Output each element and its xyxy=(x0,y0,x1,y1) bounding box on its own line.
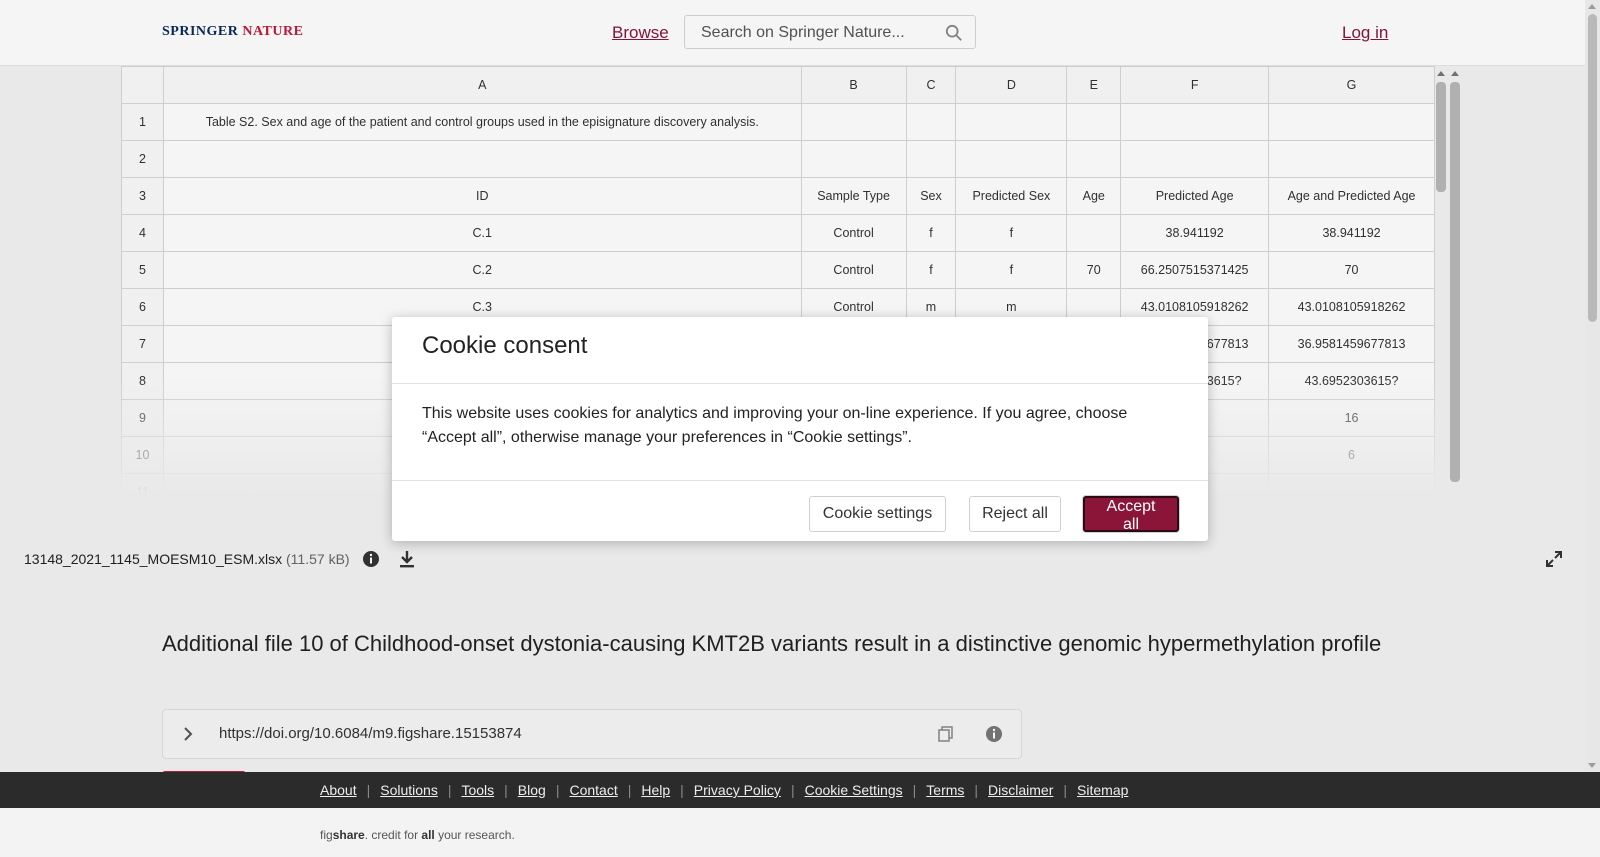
footer-link[interactable]: About xyxy=(320,782,357,798)
footer-separator: | xyxy=(366,782,371,798)
tagline-mid: . credit for xyxy=(364,828,422,842)
footer-link[interactable]: Help xyxy=(641,782,670,798)
dialog-header: Cookie consent xyxy=(392,317,1208,384)
footer-link[interactable]: Disclaimer xyxy=(988,782,1053,798)
footer-separator: | xyxy=(504,782,508,798)
cookie-settings-button[interactable]: Cookie settings xyxy=(809,496,946,532)
dialog-body-text: This website uses cookies for analytics … xyxy=(422,405,1128,446)
footer-link[interactable]: Contact xyxy=(569,782,617,798)
accept-all-button[interactable]: Accept all xyxy=(1083,496,1179,533)
footer-link[interactable]: Privacy Policy xyxy=(694,782,781,798)
footer-separator: | xyxy=(447,782,452,798)
footer-separator: | xyxy=(790,782,795,798)
tagline-end: your research. xyxy=(434,828,515,842)
footer-separator: | xyxy=(974,782,979,798)
footer-separator: | xyxy=(680,782,684,798)
figshare-tagline: figshare. credit for all your research. xyxy=(320,828,515,842)
tagline-all: all xyxy=(421,828,435,842)
tagline-share: share xyxy=(332,828,365,842)
tagline-fig: fig xyxy=(320,828,333,842)
footer-link[interactable]: Sitemap xyxy=(1077,782,1128,798)
footer-separator: | xyxy=(555,782,560,798)
dialog-footer: Cookie settings Reject all Accept all xyxy=(392,480,1208,542)
footer-link[interactable]: Solutions xyxy=(380,782,438,798)
dialog-title: Cookie consent xyxy=(422,332,588,359)
footer-bottom: figshare. credit for all your research. xyxy=(0,808,1600,857)
cookie-consent-dialog: Cookie consent This website uses cookies… xyxy=(392,317,1208,541)
footer-links-list: About | Solutions | Tools | Blog | Contact | Help |… xyxy=(320,782,1128,798)
footer-link[interactable]: Blog xyxy=(518,782,546,798)
footer-link[interactable]: Terms xyxy=(926,782,964,798)
footer-link[interactable]: Tools xyxy=(461,782,494,798)
reject-all-button[interactable]: Reject all xyxy=(969,496,1061,532)
footer-link[interactable]: Cookie Settings xyxy=(805,782,903,798)
footer-separator: | xyxy=(627,782,632,798)
footer-nav: About | Solutions | Tools | Blog | Contact | Help |… xyxy=(0,772,1600,808)
footer-separator: | xyxy=(1063,782,1068,798)
footer-separator: | xyxy=(912,782,917,798)
